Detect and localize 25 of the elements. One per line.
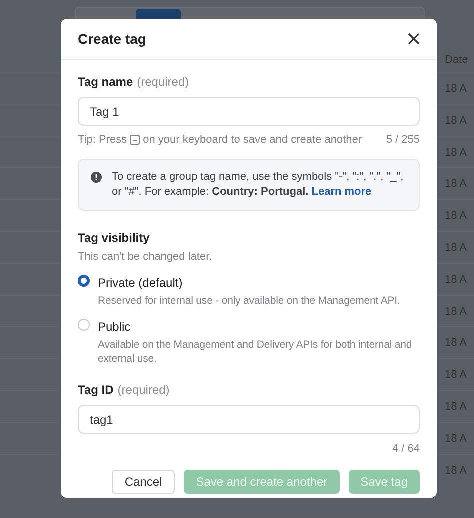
required-hint: (required) xyxy=(137,74,190,91)
learn-more-link[interactable]: Learn more xyxy=(312,186,372,198)
tip-text: Tip: Press xyxy=(78,133,128,148)
close-icon[interactable] xyxy=(408,33,420,45)
option-label: Private (default) xyxy=(98,275,184,292)
radio-button[interactable] xyxy=(78,319,90,331)
keyboard-icon xyxy=(130,135,140,146)
section-note: This can't be changed later. xyxy=(78,250,214,264)
dialog-title: Create tag xyxy=(78,30,146,49)
character-counter: 4 / 64 xyxy=(392,442,420,457)
option-description: Available on the Management and Delivery APIs for both internal and external use. xyxy=(98,338,414,366)
cancel-button[interactable]: Cancel xyxy=(112,470,176,494)
option-description: Reserved for internal use - only available on the Management API. xyxy=(98,294,400,308)
input-field[interactable]: tag1 xyxy=(78,405,420,434)
radio-button[interactable] xyxy=(78,275,90,287)
option-label: Public xyxy=(98,319,132,336)
required-hint: (required) xyxy=(118,382,170,399)
field-label: Tag ID xyxy=(78,382,114,399)
section-label: Tag visibility xyxy=(78,230,151,246)
info-icon xyxy=(91,172,102,182)
info-text: To create a group tag name, use the symbols "-", ":", ".", "_", or "#". For example: Country: Portugal. Learn more xyxy=(112,170,405,200)
tip-text: on your keyboard to save and create another xyxy=(143,133,362,148)
input-field[interactable]: Tag 1 xyxy=(78,97,420,126)
character-counter: 5 / 255 xyxy=(386,133,420,148)
field-label: Tag name xyxy=(78,74,134,91)
